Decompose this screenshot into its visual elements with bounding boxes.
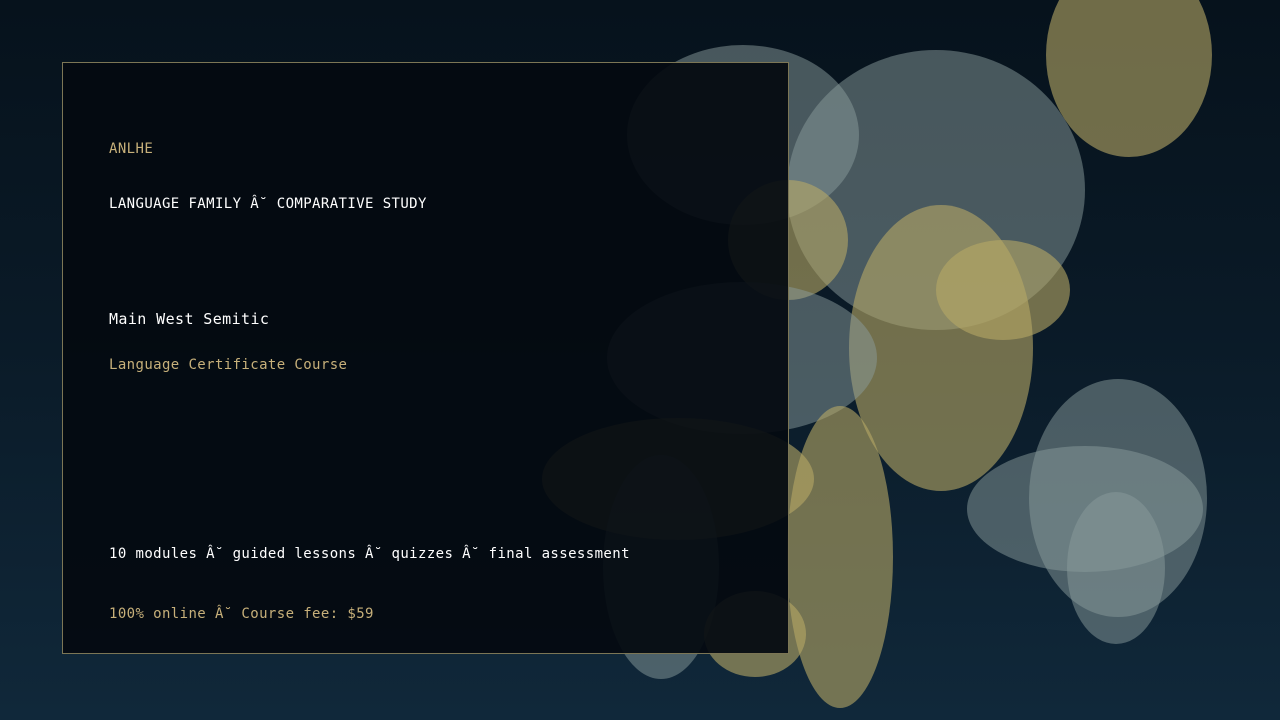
course-card: ANLHE LANGUAGE FAMILY Â˘ COMPARATIVE STU…: [62, 62, 789, 654]
category-kicker: LANGUAGE FAMILY Â˘ COMPARATIVE STUDY: [109, 196, 427, 212]
course-title: Main West Semitic: [109, 310, 270, 328]
bubble-gold: [936, 240, 1070, 340]
brand-name: ANLHE: [109, 141, 154, 157]
course-subtitle: Language Certificate Course: [109, 357, 348, 373]
bubble-gray: [1067, 492, 1165, 644]
course-details: 10 modules Â˘ guided lessons Â˘ quizzes …: [109, 546, 630, 562]
course-fee: 100% online Â˘ Course fee: $59: [109, 606, 374, 622]
bubble-gold: [787, 406, 893, 708]
